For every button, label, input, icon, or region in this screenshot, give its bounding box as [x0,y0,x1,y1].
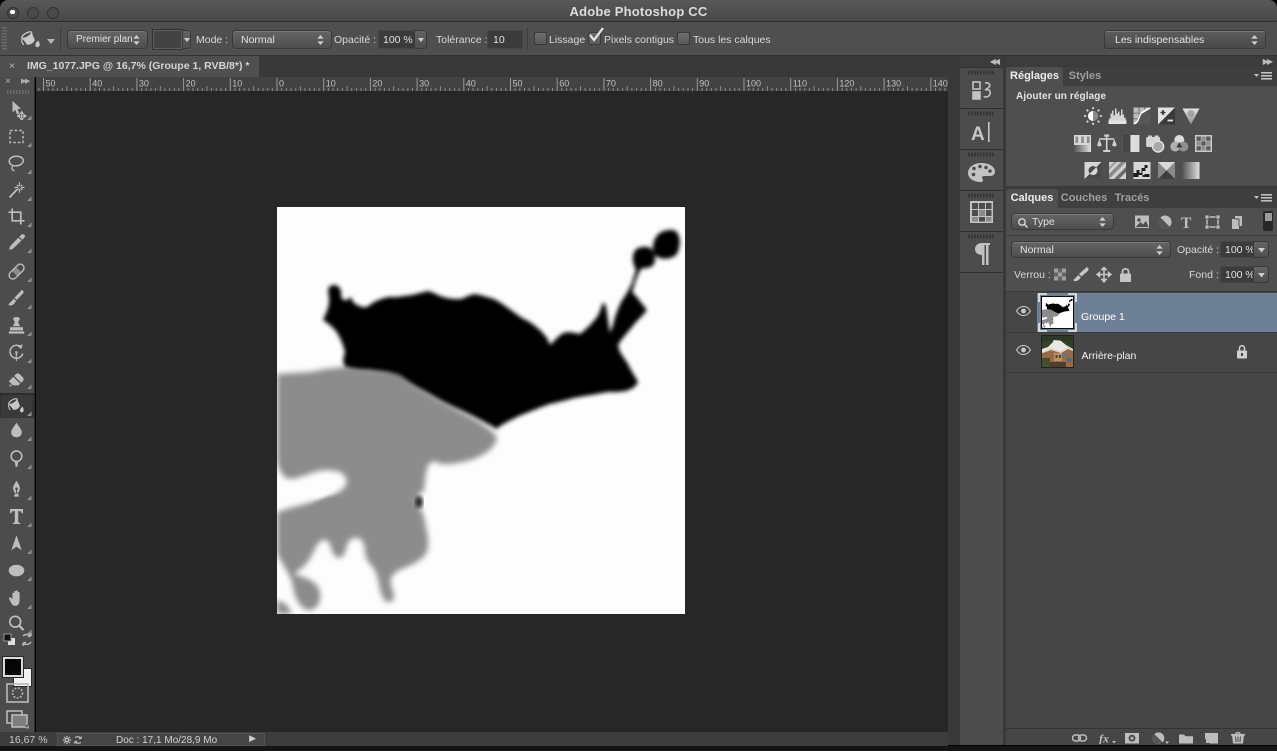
svg-text:50: 50 [46,79,56,89]
svg-text:50: 50 [513,79,523,89]
svg-text:30: 30 [139,79,149,89]
svg-text:T: T [1181,215,1192,230]
svg-text:140: 140 [933,79,948,89]
svg-text:60: 60 [559,79,569,89]
svg-text:20: 20 [372,79,382,89]
svg-text:90: 90 [699,79,709,89]
svg-text:10: 10 [326,79,336,89]
svg-text:20: 20 [186,79,196,89]
svg-text:fx: fx [1099,732,1109,744]
svg-text:10: 10 [232,79,242,89]
svg-text:0: 0 [279,79,284,89]
svg-text:100: 100 [746,79,761,89]
svg-text:80: 80 [653,79,663,89]
svg-text:130: 130 [886,79,901,89]
svg-text:40: 40 [92,79,102,89]
svg-text:30: 30 [419,79,429,89]
svg-text:110: 110 [793,79,807,89]
svg-text:120: 120 [839,79,854,89]
svg-text:A: A [971,124,985,145]
svg-text:70: 70 [606,79,616,89]
svg-text:40: 40 [466,79,476,89]
